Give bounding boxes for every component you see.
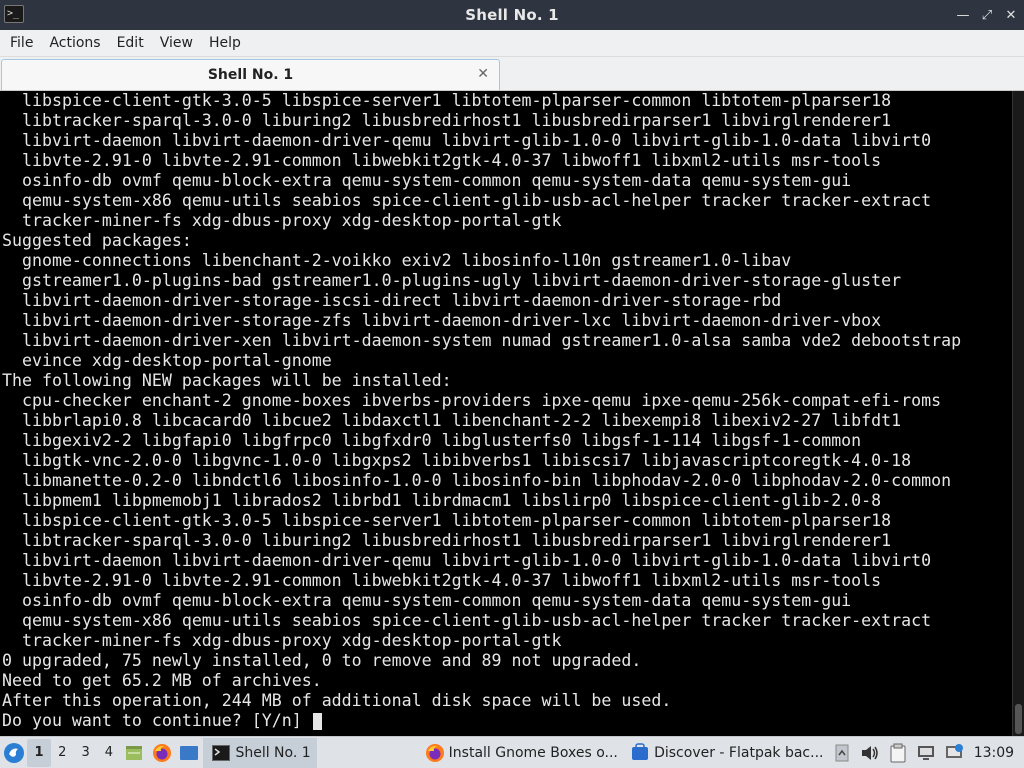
terminal-line: libvirt-daemon-driver-storage-iscsi-dire…: [2, 291, 782, 310]
terminal-line: libtracker-sparql-3.0-0 liburing2 libusb…: [2, 531, 892, 550]
task-label-firefox: Install Gnome Boxes o...: [448, 744, 618, 761]
terminal-line: libtracker-sparql-3.0-0 liburing2 libusb…: [2, 111, 892, 130]
terminal-prompt-line: Do you want to continue? [Y/n]: [2, 711, 1012, 731]
menu-help[interactable]: Help: [201, 30, 249, 57]
show-desktop-icon[interactable]: [177, 741, 200, 765]
tray-expand-icon[interactable]: [830, 741, 854, 765]
terminal-line: The following NEW packages will be insta…: [2, 371, 452, 390]
taskbar: 1 2 3 4 Shell No. 1 Install Gnome Boxes …: [0, 736, 1024, 768]
window-controls: — ⤢ ✕: [956, 0, 1018, 30]
terminal-prompt: Do you want to continue? [Y/n]: [2, 711, 312, 730]
task-discover[interactable]: Discover - Flatpak bac...: [622, 738, 828, 768]
terminal-app-icon[interactable]: >_: [4, 5, 24, 23]
terminal-line: evince xdg-desktop-portal-gnome: [2, 351, 332, 370]
task-firefox[interactable]: Install Gnome Boxes o...: [417, 738, 622, 768]
terminal-line: 0 upgraded, 75 newly installed, 0 to rem…: [2, 651, 642, 670]
terminal-line: libspice-client-gtk-3.0-5 libspice-serve…: [2, 511, 892, 530]
menu-bar: File Actions Edit View Help: [0, 30, 1024, 57]
terminal-line: libvirt-daemon libvirt-daemon-driver-qem…: [2, 131, 932, 150]
terminal-line: After this operation, 244 MB of addition…: [2, 691, 672, 710]
clock[interactable]: 13:09: [968, 745, 1024, 761]
clipboard-icon[interactable]: [886, 741, 910, 765]
tab-shell-1[interactable]: Shell No. 1 ✕: [1, 59, 500, 90]
terminal-line: qemu-system-x86 qemu-utils seabios spice…: [2, 611, 932, 630]
terminal-line: gnome-connections libenchant-2-voikko ex…: [2, 251, 792, 270]
terminal-line: osinfo-db ovmf qemu-block-extra qemu-sys…: [2, 171, 852, 190]
terminal-line: libmanette-0.2-0 libndctl6 libosinfo-1.0…: [2, 471, 952, 490]
terminal-line: libvirt-daemon-driver-xen libvirt-daemon…: [2, 331, 962, 350]
menu-edit[interactable]: Edit: [109, 30, 152, 57]
terminal-line: cpu-checker enchant-2 gnome-boxes ibverb…: [2, 391, 942, 410]
tab-label: Shell No. 1: [207, 67, 294, 83]
terminal-line: tracker-miner-fs xdg-dbus-proxy xdg-desk…: [2, 211, 562, 230]
terminal-line: libbrlapi0.8 libcacard0 libcue2 libdaxct…: [2, 411, 902, 430]
window-titlebar[interactable]: >_ Shell No. 1 — ⤢ ✕: [0, 0, 1024, 30]
terminal-line: gstreamer1.0-plugins-bad gstreamer1.0-pl…: [2, 271, 902, 290]
desktop-2[interactable]: 2: [51, 739, 74, 767]
menu-file[interactable]: File: [2, 30, 41, 57]
volume-icon[interactable]: [858, 741, 882, 765]
desktop-3[interactable]: 3: [74, 739, 97, 767]
terminal-line: libgtk-vnc-2.0-0 libgvnc-1.0-0 libgxps2 …: [2, 451, 912, 470]
terminal-line: libvirt-daemon libvirt-daemon-driver-qem…: [2, 551, 932, 570]
task-label-discover: Discover - Flatpak bac...: [654, 744, 824, 761]
updates-icon[interactable]: [942, 741, 966, 765]
scrollbar-thumb[interactable]: [1015, 704, 1022, 734]
terminal-line: Need to get 65.2 MB of archives.: [2, 671, 322, 690]
firefox-launcher-icon[interactable]: [150, 741, 173, 765]
maximize-button[interactable]: ⤢: [980, 8, 994, 23]
system-tray: 13:09: [828, 738, 1024, 768]
task-label-shell: Shell No. 1: [235, 744, 311, 761]
menu-actions[interactable]: Actions: [41, 30, 108, 57]
terminal-output[interactable]: libspice-client-gtk-3.0-5 libspice-serve…: [0, 91, 1012, 736]
tab-bar: Shell No. 1 ✕: [0, 57, 1024, 91]
terminal-line: libgexiv2-2 libgfapi0 libgfrpc0 libgfxdr…: [2, 431, 862, 450]
terminal-line: qemu-system-x86 qemu-utils seabios spice…: [2, 191, 932, 210]
terminal-line: libvte-2.91-0 libvte-2.91-common libwebk…: [2, 151, 882, 170]
network-icon[interactable]: [914, 741, 938, 765]
close-button[interactable]: ✕: [1004, 8, 1018, 23]
firefox-icon: [425, 741, 445, 765]
terminal-line: osinfo-db ovmf qemu-block-extra qemu-sys…: [2, 591, 852, 610]
terminal-scrollbar[interactable]: [1012, 91, 1024, 736]
tab-close-icon[interactable]: ✕: [477, 66, 489, 82]
terminal-line: libvte-2.91-0 libvte-2.91-common libwebk…: [2, 571, 882, 590]
desktop-4[interactable]: 4: [97, 739, 120, 767]
app-menu-icon[interactable]: [2, 741, 25, 765]
terminal-line: libspice-client-gtk-3.0-5 libspice-serve…: [2, 91, 892, 110]
terminal-line: libpmem1 libpmemobj1 librados2 librbd1 l…: [2, 491, 882, 510]
terminal-line: tracker-miner-fs xdg-dbus-proxy xdg-desk…: [2, 631, 562, 650]
terminal-line: Suggested packages:: [2, 231, 192, 250]
minimize-button[interactable]: —: [956, 8, 970, 23]
terminal-icon: [211, 741, 232, 765]
terminal-line: libvirt-daemon-driver-storage-zfs libvir…: [2, 311, 882, 330]
desktop-1[interactable]: 1: [27, 738, 51, 767]
menu-view[interactable]: View: [152, 30, 201, 57]
task-shell[interactable]: Shell No. 1: [202, 737, 317, 768]
window-title: Shell No. 1: [465, 6, 559, 24]
file-manager-icon[interactable]: [123, 741, 146, 765]
discover-icon: [630, 741, 650, 765]
terminal-cursor: [312, 712, 322, 730]
